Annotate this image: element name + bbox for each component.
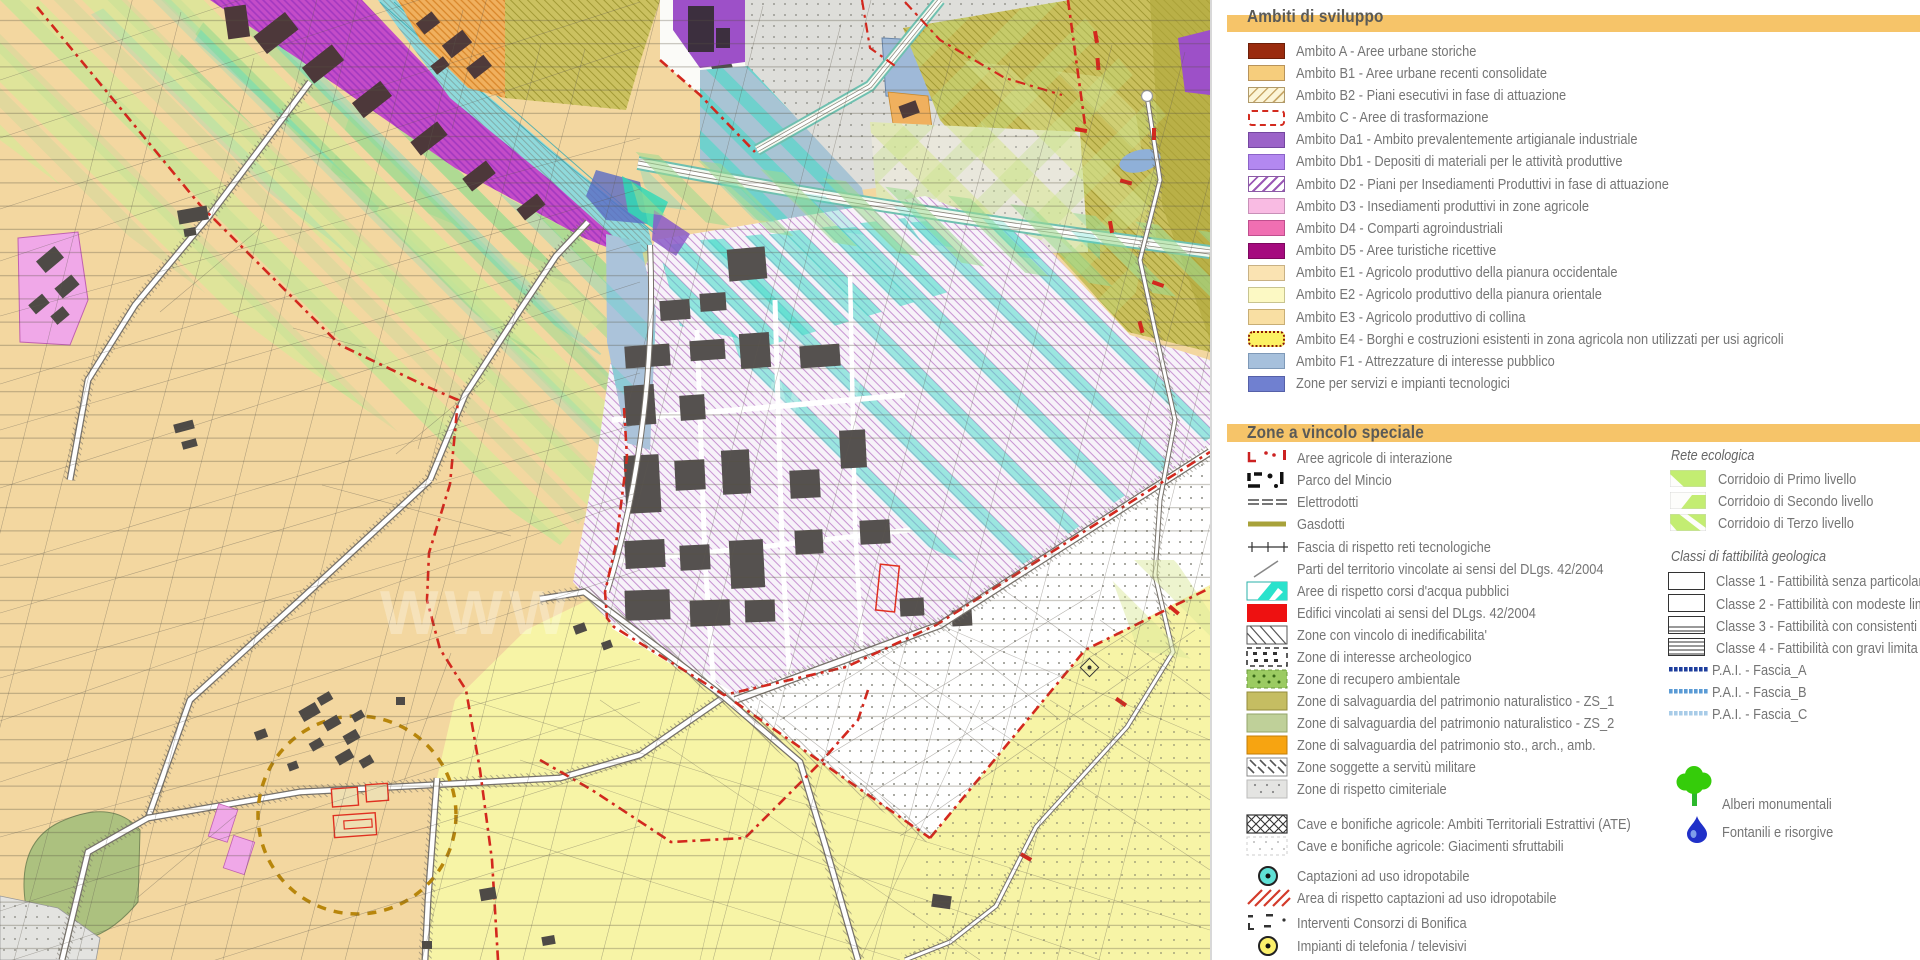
svg-text:WW: WW <box>750 369 866 432</box>
svg-text:WWW: WWW <box>380 579 574 648</box>
